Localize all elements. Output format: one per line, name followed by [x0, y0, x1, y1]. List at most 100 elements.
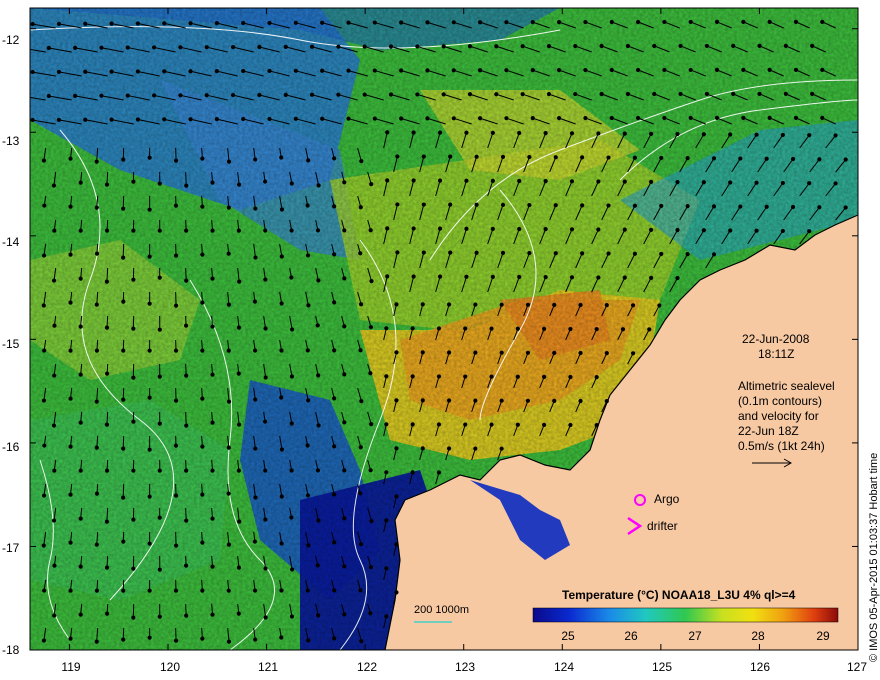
- velocity-arrow-head: [279, 494, 284, 499]
- velocity-arrow-head: [56, 21, 62, 27]
- velocity-arrow-head: [420, 302, 425, 307]
- velocity-arrow-head: [543, 275, 548, 280]
- lat-label: -17: [2, 541, 20, 555]
- velocity-arrow-head: [94, 205, 99, 210]
- velocity-arrow-head: [210, 372, 215, 377]
- velocity-arrow-head: [649, 131, 654, 136]
- velocity-arrow-head: [764, 204, 769, 209]
- velocity-arrow-head: [279, 348, 284, 353]
- velocity-arrow-head: [237, 279, 242, 284]
- velocity-arrow-head: [147, 635, 152, 640]
- velocity-arrow-head: [362, 92, 367, 97]
- velocity-arrow-head: [728, 228, 733, 233]
- velocity-arrow-head: [494, 92, 499, 97]
- velocity-arrow-head: [305, 493, 311, 498]
- velocity-arrow-head: [104, 279, 109, 284]
- velocity-arrow-head: [131, 179, 136, 184]
- velocity-arrow-head: [200, 492, 205, 497]
- velocity-arrow-head: [78, 468, 83, 473]
- velocity-arrow-head: [688, 115, 693, 121]
- velocity-arrow-head: [188, 117, 193, 122]
- velocity-arrow-head: [131, 615, 136, 620]
- velocity-arrow-head: [388, 92, 394, 97]
- velocity-arrow-head: [267, 116, 272, 122]
- velocity-arrow-head: [425, 20, 430, 25]
- velocity-arrow-head: [596, 131, 601, 136]
- velocity-arrow-head: [289, 228, 294, 233]
- velocity-arrow-head: [173, 638, 179, 643]
- velocity-arrow-head: [309, 44, 315, 49]
- lon-label: 121: [257, 660, 279, 674]
- velocity-arrow-head: [332, 444, 337, 449]
- velocity-arrow-head: [121, 495, 126, 500]
- velocity-arrow-head: [388, 44, 394, 49]
- velocity-arrow-head: [451, 68, 456, 73]
- velocity-arrow-head: [94, 639, 99, 644]
- velocity-arrow-head: [425, 68, 430, 73]
- velocity-arrow-head: [385, 130, 390, 135]
- velocity-arrow-head: [463, 374, 468, 379]
- velocity-arrow-head: [236, 325, 242, 330]
- velocity-arrow-head: [104, 519, 109, 524]
- velocity-arrow-head: [384, 470, 389, 475]
- velocity-arrow-head: [51, 423, 57, 428]
- velocity-arrow-head: [662, 67, 667, 73]
- velocity-arrow-head: [437, 274, 443, 279]
- velocity-arrow-head: [147, 207, 152, 212]
- velocity-arrow-head: [527, 250, 532, 256]
- velocity-arrow-head: [316, 278, 321, 283]
- velocity-arrow-head: [121, 397, 126, 402]
- velocity-arrow-head: [289, 515, 294, 520]
- velocity-arrow-head: [131, 517, 136, 522]
- velocity-arrow-head: [332, 636, 337, 641]
- velocity-arrow-head: [94, 491, 100, 496]
- velocity-arrow-head: [448, 250, 453, 255]
- velocity-arrow-head: [263, 517, 268, 522]
- velocity-arrow-head: [594, 327, 599, 332]
- velocity-arrow-head: [358, 491, 363, 496]
- velocity-arrow-head: [52, 563, 57, 568]
- velocity-arrow-head: [342, 612, 347, 617]
- velocity-arrow-head: [764, 156, 769, 161]
- velocity-arrow-head: [267, 68, 272, 74]
- velocity-arrow-head: [372, 68, 377, 73]
- velocity-arrow-head: [463, 326, 468, 331]
- velocity-arrow-head: [369, 422, 374, 427]
- velocity-arrow-head: [632, 251, 637, 256]
- velocity-arrow-head: [147, 301, 152, 306]
- velocity-arrow-head: [320, 116, 325, 121]
- velocity-arrow-head: [368, 325, 374, 330]
- velocity-arrow-head: [267, 20, 272, 26]
- velocity-arrow-head: [68, 588, 73, 593]
- velocity-arrow-head: [104, 182, 110, 187]
- velocity-arrow-head: [437, 226, 443, 231]
- velocity-arrow-head: [214, 117, 219, 122]
- velocity-arrow-head: [817, 205, 822, 210]
- velocity-arrow-head: [701, 132, 706, 137]
- velocity-arrow-head: [394, 446, 399, 451]
- velocity-arrow-head: [94, 399, 99, 404]
- velocity-arrow-head: [569, 275, 575, 280]
- velocity-arrow-head: [305, 348, 310, 353]
- velocity-arrow-head: [425, 116, 430, 121]
- velocity-arrow-head: [283, 92, 288, 97]
- velocity-arrow-head: [184, 518, 189, 523]
- velocity-arrow-head: [738, 204, 743, 209]
- velocity-arrow-head: [448, 202, 453, 207]
- velocity-arrow-head: [568, 422, 573, 428]
- velocity-arrow-head: [415, 44, 420, 49]
- velocity-arrow-head: [316, 373, 321, 378]
- velocity-arrow-head: [230, 92, 236, 98]
- velocity-arrow-head: [436, 374, 442, 379]
- velocity-arrow-head: [606, 155, 611, 160]
- velocity-arrow-head: [68, 636, 73, 641]
- velocity-arrow-head: [241, 68, 246, 74]
- lon-label: 119: [61, 660, 81, 674]
- velocity-arrow-head: [68, 252, 73, 257]
- velocity-arrow-head: [606, 203, 611, 208]
- velocity-arrow-head: [394, 542, 399, 547]
- velocity-arrow-head: [253, 446, 258, 451]
- velocity-arrow-head: [236, 182, 242, 187]
- velocity-arrow-head: [173, 203, 179, 208]
- velocity-arrow-head: [569, 131, 575, 136]
